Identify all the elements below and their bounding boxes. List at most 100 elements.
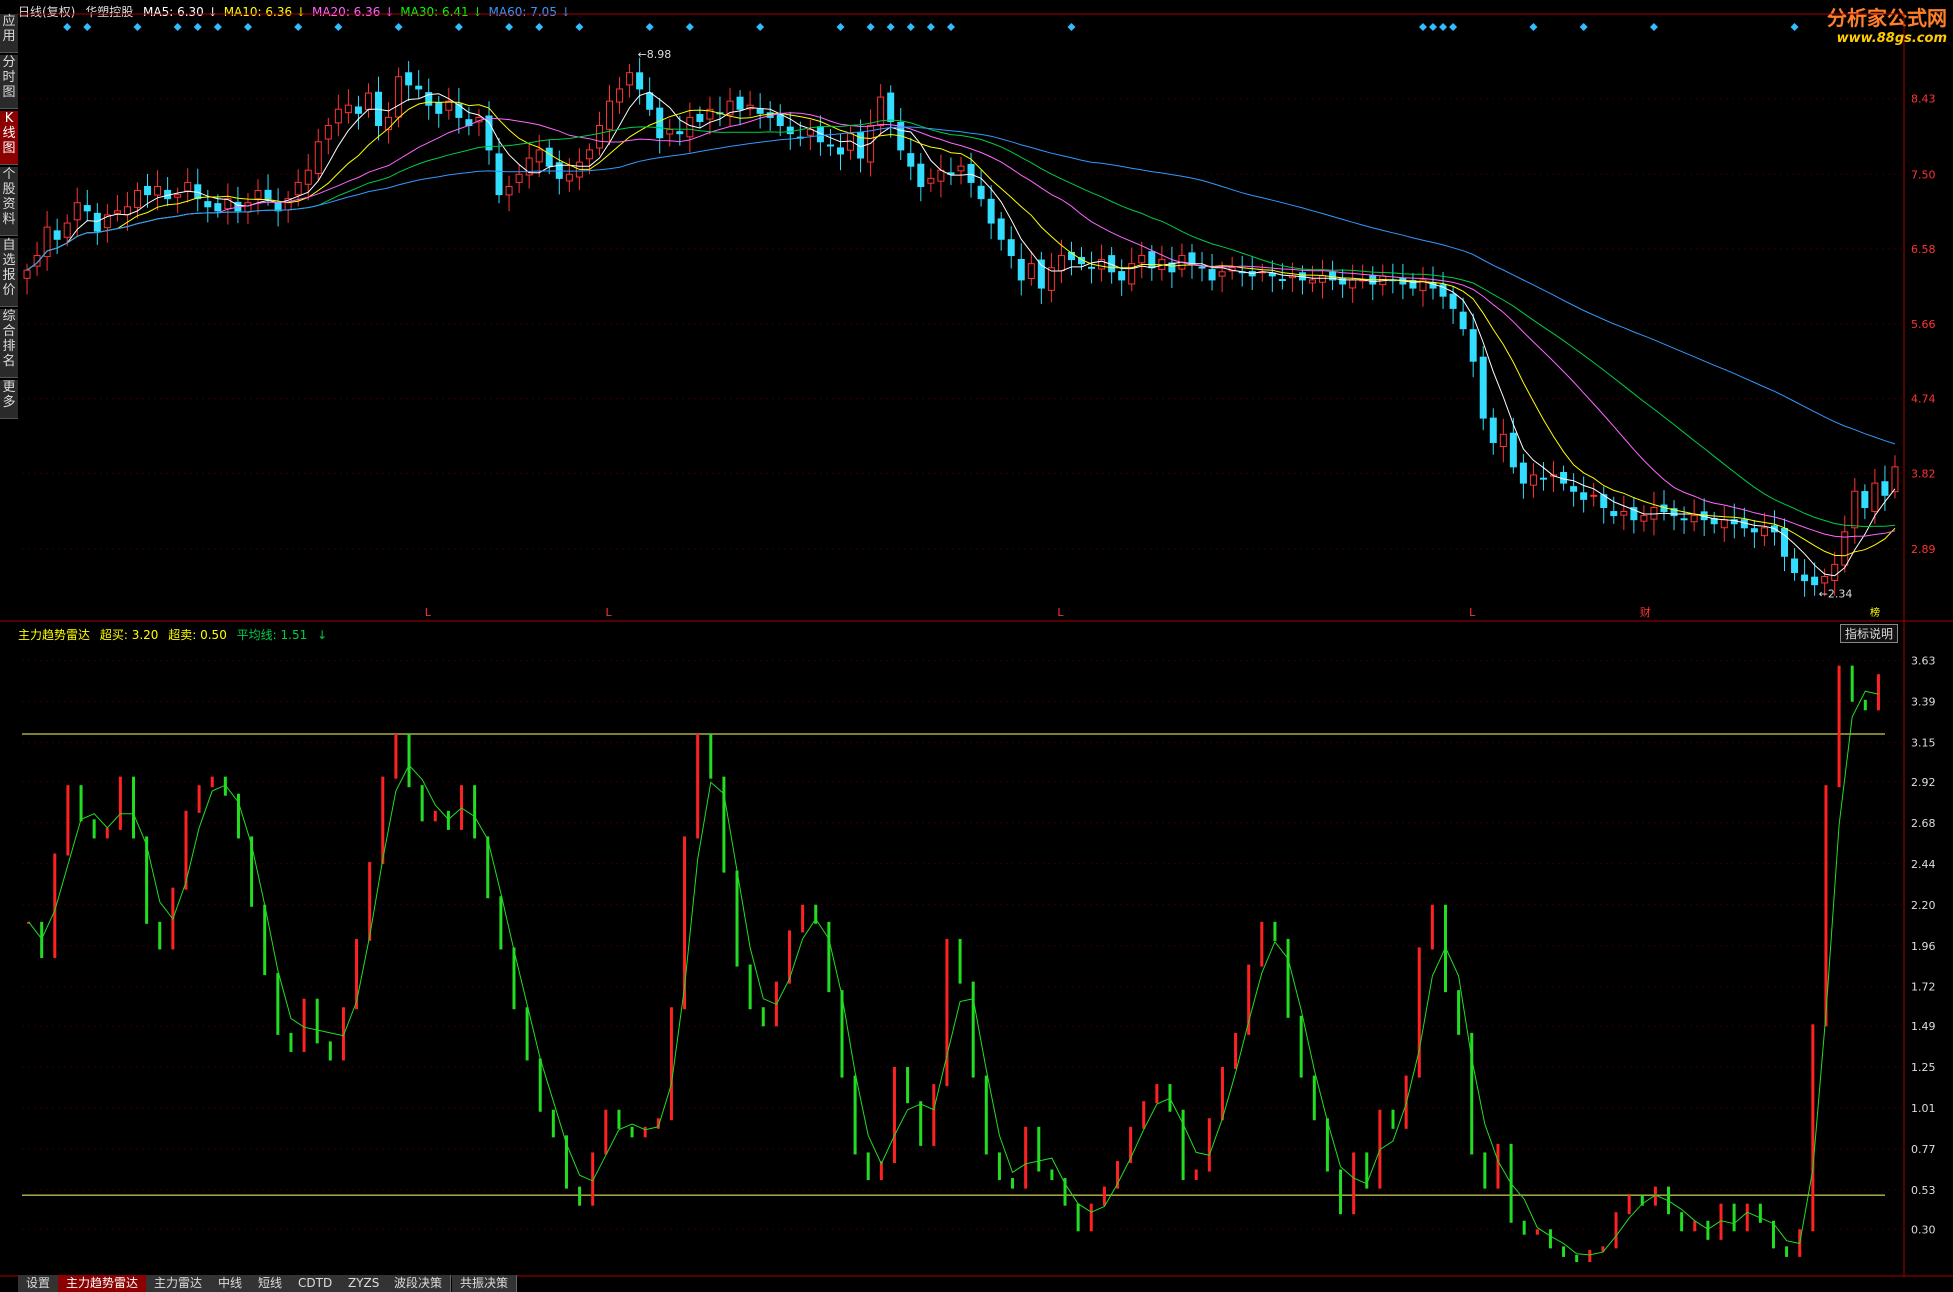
candle-body-51 <box>535 149 543 163</box>
indicator-bar-80 <box>1076 1203 1080 1232</box>
bottom-tab-3[interactable]: 中线 <box>210 1275 252 1292</box>
indicator-bar-34 <box>473 785 477 839</box>
candle-body-100 <box>1027 263 1035 280</box>
candle-body-16 <box>184 181 192 192</box>
indicator-tick-14: 0.30 <box>1911 1223 1936 1236</box>
price-event-mark-1: L <box>606 606 613 619</box>
candle-body-67 <box>696 113 704 122</box>
bottom-tab-7[interactable]: 波段决策 <box>386 1275 452 1292</box>
candle-body-76 <box>786 126 794 135</box>
indicator-bar-42 <box>578 1186 582 1206</box>
indicator-bar-126 <box>1680 1212 1684 1232</box>
candle-body-148 <box>1509 432 1517 468</box>
indicator-bar-40 <box>551 1109 555 1138</box>
price-event-mark-2: L <box>1057 606 1064 619</box>
indicator-tick-6: 2.20 <box>1911 899 1936 912</box>
candle-body-25 <box>274 202 282 212</box>
indicator-bar-118 <box>1575 1254 1579 1263</box>
candle-body-39 <box>415 85 423 90</box>
signal-diamond-14 <box>645 23 654 31</box>
candle-body-86 <box>887 92 895 122</box>
candle-body-109 <box>1118 271 1126 281</box>
indicator-bar-21 <box>302 998 306 1052</box>
bottom-tab-2[interactable]: 主力雷达 <box>146 1275 212 1292</box>
candle-body-49 <box>515 173 523 183</box>
candle-body-18 <box>204 201 212 208</box>
bottom-tab-6[interactable]: ZYZS <box>340 1275 389 1292</box>
indicator-bar-112 <box>1496 1143 1500 1189</box>
signal-diamond-30 <box>1649 23 1658 31</box>
candle-body-155 <box>1580 492 1588 500</box>
indicator-tick-13: 0.53 <box>1911 1184 1936 1197</box>
signal-diamond-11 <box>505 23 514 31</box>
indicator-bar-22 <box>315 998 319 1044</box>
bottom-tab-1[interactable]: 主力趋势雷达 <box>58 1275 148 1292</box>
indicator-bar-1 <box>40 921 44 958</box>
candle-body-19 <box>214 203 222 212</box>
signal-diamond-3 <box>173 23 182 31</box>
indicator-bar-23 <box>328 1041 332 1061</box>
candle-body-63 <box>656 107 664 139</box>
signal-diamond-21 <box>926 23 935 31</box>
candle-body-66 <box>686 116 694 138</box>
indicator-bar-10 <box>158 921 162 950</box>
signal-diamond-27 <box>1449 23 1458 31</box>
candle-body-88 <box>907 153 915 167</box>
indicator-bar-140 <box>1863 699 1867 711</box>
indicator-bar-3 <box>66 785 70 856</box>
indicator-bar-31 <box>433 810 437 822</box>
signal-diamond-15 <box>685 23 694 31</box>
indicator-bar-71 <box>958 938 962 984</box>
candle-body-13 <box>154 185 162 196</box>
chart-canvas[interactable]: 8.43 7.50 6.58 5.66 4.74 3.82 2.89 ←8.98 ←2.34 L L… <box>0 0 1953 1292</box>
candle-body-9 <box>113 210 121 214</box>
signal-diamond-18 <box>866 23 875 31</box>
candle-body-99 <box>1017 259 1025 281</box>
bottom-tab-4[interactable]: 短线 <box>250 1275 292 1292</box>
indicator-bar-138 <box>1837 665 1841 788</box>
price-tick-5: 3.82 <box>1911 467 1936 480</box>
indicator-bar-131 <box>1745 1203 1749 1232</box>
indicator-bar-75 <box>1011 1178 1015 1189</box>
indicator-bar-92 <box>1234 1032 1238 1070</box>
price-tick-2: 6.58 <box>1911 243 1936 256</box>
indicator-bar-37 <box>512 947 516 1010</box>
indicator-bar-52 <box>709 733 713 779</box>
indicator-bar-91 <box>1220 1067 1224 1121</box>
candle-body-47 <box>495 153 503 196</box>
candle-body-37 <box>395 76 403 118</box>
signal-diamond-22 <box>946 23 955 31</box>
candle-body-28 <box>304 169 312 185</box>
candle-body-78 <box>806 129 814 136</box>
candle-body-119 <box>1218 271 1226 277</box>
low-price-label: ←2.34 <box>1819 588 1853 601</box>
indicator-bar-55 <box>748 964 752 1010</box>
candle-body-154 <box>1570 486 1578 492</box>
indicator-bar-27 <box>381 776 385 865</box>
signal-diamond-12 <box>535 23 544 31</box>
candle-body-169 <box>1720 519 1728 529</box>
bottom-tab-0[interactable]: 设置 <box>18 1275 60 1292</box>
candle-body-24 <box>264 189 272 200</box>
candle-body-7 <box>93 212 101 232</box>
indicator-bar-86 <box>1155 1084 1159 1104</box>
signal-diamond-31 <box>1790 23 1799 31</box>
indicator-bar-100 <box>1339 1169 1343 1215</box>
candle-body-0 <box>23 269 31 279</box>
indicator-bar-54 <box>735 870 739 967</box>
indicator-bar-137 <box>1824 785 1828 1027</box>
candle-body-54 <box>565 173 573 182</box>
candle-body-90 <box>927 177 935 184</box>
candle-body-180 <box>1831 563 1839 581</box>
candle-body-118 <box>1208 269 1216 281</box>
bottom-tab-5[interactable]: CDTD <box>290 1275 342 1292</box>
candle-body-117 <box>1198 266 1206 269</box>
candle-body-60 <box>626 72 634 86</box>
indicator-bar-104 <box>1391 1109 1395 1129</box>
indicator-bar-106 <box>1417 947 1421 1078</box>
candle-body-143 <box>1459 311 1467 330</box>
bottom-tab-8[interactable]: 共振决策 <box>452 1275 518 1292</box>
indicator-bar-76 <box>1024 1126 1028 1189</box>
indicator-bar-98 <box>1312 1075 1316 1121</box>
candle-body-179 <box>1821 576 1829 584</box>
